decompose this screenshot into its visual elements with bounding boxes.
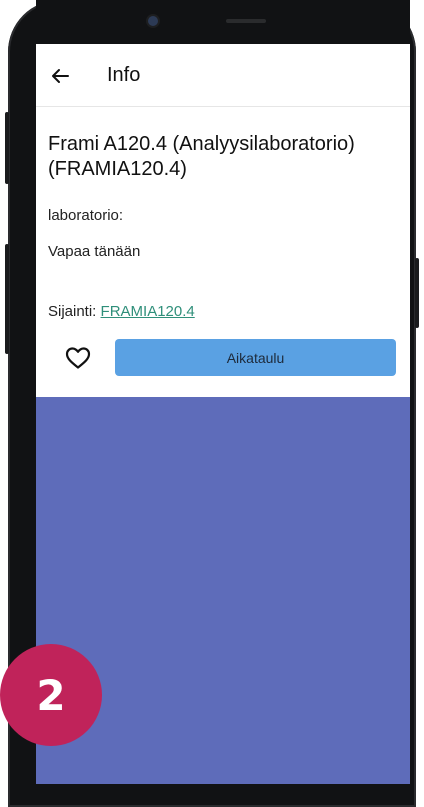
availability-text: Vapaa tänään — [48, 243, 141, 260]
location-label: Sijainti: — [48, 303, 101, 320]
room-type-label: laboratorio: — [48, 207, 124, 224]
status-bar — [36, 0, 410, 44]
side-button-right — [415, 258, 419, 328]
schedule-button[interactable]: Aikataulu — [115, 339, 396, 376]
page-title: Info — [107, 64, 141, 86]
room-info-card: Frami A120.4 (Analyysilaboratorio) (FRAM… — [36, 107, 410, 397]
location-link[interactable]: FRAMIA120.4 — [101, 303, 195, 320]
room-title: Frami A120.4 (Analyysilaboratorio) (FRAM… — [48, 133, 355, 180]
arrow-left-icon[interactable] — [48, 64, 72, 88]
heart-outline-icon[interactable] — [65, 346, 91, 370]
step-number-badge: 2 — [0, 644, 102, 746]
app-bar: Info — [36, 44, 410, 107]
volume-button — [5, 112, 9, 184]
camera-icon — [148, 16, 158, 26]
speaker-icon — [226, 19, 266, 23]
location-row: Sijainti: FRAMIA120.4 — [48, 303, 195, 320]
power-button — [5, 244, 9, 354]
